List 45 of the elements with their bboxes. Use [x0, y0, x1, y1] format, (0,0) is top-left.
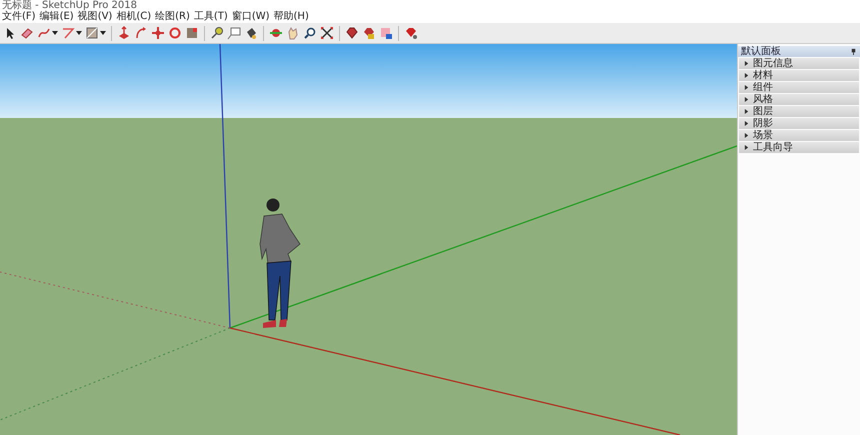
search-icon[interactable]	[303, 26, 317, 40]
arc-arrow-icon[interactable]	[134, 26, 148, 40]
menu-item[interactable]: 编辑(E)	[40, 11, 74, 23]
panel-header[interactable]: 图层	[739, 106, 859, 117]
caret-right-icon	[744, 145, 749, 150]
rotate-icon[interactable]	[168, 26, 182, 40]
panel-header[interactable]: 组件	[739, 82, 859, 93]
panel-header[interactable]: 材料	[739, 70, 859, 81]
box-stack-icon[interactable]	[362, 26, 376, 40]
eraser-icon[interactable]	[20, 26, 34, 40]
menu-item[interactable]: 相机(C)	[116, 11, 152, 23]
gem-icon[interactable]	[404, 26, 418, 40]
window-title: 无标题 - SketchUp Pro 2018	[2, 0, 137, 11]
menu-item[interactable]: 绘图(R)	[155, 11, 190, 23]
menu-item[interactable]: 帮助(H)	[274, 11, 309, 23]
caret-right-icon	[744, 121, 749, 126]
caret-right-icon	[744, 133, 749, 138]
caret-right-icon	[744, 109, 749, 114]
panel-header[interactable]: 图元信息	[739, 58, 859, 69]
rectangle-icon[interactable]	[85, 26, 99, 40]
panel-header[interactable]: 风格	[739, 94, 859, 105]
panel-header[interactable]: 阴影	[739, 118, 859, 129]
menu-item[interactable]: 文件(F)	[2, 11, 36, 23]
zoom-extents-icon[interactable]	[320, 26, 334, 40]
caret-icon[interactable]	[76, 30, 82, 36]
squiggle-line-icon[interactable]	[37, 26, 51, 40]
text-label-icon[interactable]	[227, 26, 241, 40]
move-arrows-icon[interactable]	[151, 26, 165, 40]
push-pull-icon[interactable]	[117, 26, 131, 40]
tape-measure-icon[interactable]	[210, 26, 224, 40]
caret-right-icon	[744, 61, 749, 66]
caret-right-icon	[744, 97, 749, 102]
caret-icon[interactable]	[100, 30, 106, 36]
panel-header[interactable]: 工具向导	[739, 142, 859, 153]
caret-right-icon	[744, 85, 749, 90]
panel-header[interactable]: 场景	[739, 130, 859, 141]
gem-icon[interactable]	[345, 26, 359, 40]
menu-item[interactable]: 窗口(W)	[232, 11, 270, 23]
menu-item[interactable]: 视图(V)	[78, 11, 112, 23]
paint-bucket-icon[interactable]	[244, 26, 258, 40]
tray-title: 默认面板	[741, 46, 781, 57]
pin-icon[interactable]	[850, 48, 857, 55]
caret-right-icon	[744, 73, 749, 78]
menu-item[interactable]: 工具(T)	[194, 11, 228, 23]
caret-icon[interactable]	[52, 30, 58, 36]
